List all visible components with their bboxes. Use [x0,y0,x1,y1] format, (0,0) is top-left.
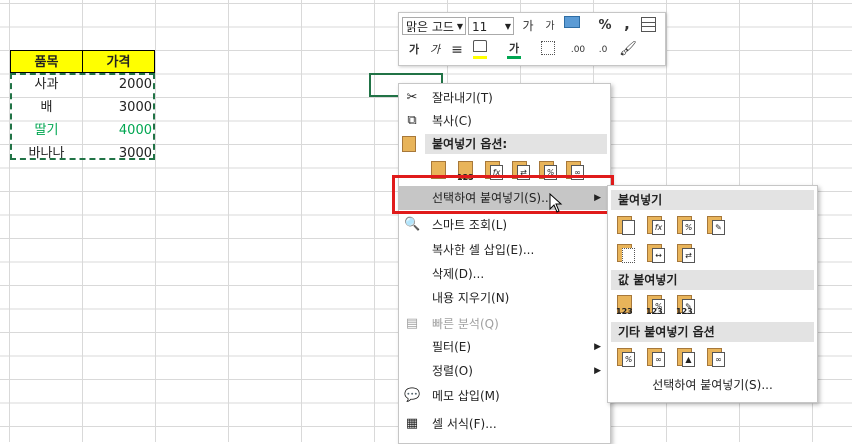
grow-font-button[interactable]: 가 [519,17,537,35]
bold-button[interactable]: 가 [405,41,423,59]
menu-item-label: 잘라내기(T) [432,91,493,105]
menu-item-smart-lookup[interactable]: 🔍 스마트 조회(L) [399,213,610,237]
menu-item-label: 정렬(O) [432,364,473,378]
increase-decimal-button[interactable]: .00 [569,41,587,59]
menu-item-quick-analysis[interactable]: ▤ 빠른 분석(Q) [399,312,610,336]
menu-item-label: 복사한 셀 삽입(E)... [432,243,535,257]
scissors-icon: ✂ [406,90,418,105]
paste-no-borders-icon[interactable] [614,242,636,264]
comment-icon: 💬 [404,388,421,403]
font-color-button[interactable]: 가 [505,40,523,59]
menu-item-label: 삭제(D)... [432,267,485,281]
menu-item-label: 내용 지우기(N) [432,291,510,305]
menu-item-label: 복사(C) [432,114,472,128]
menu-item-label: 메모 삽입(M) [432,389,500,403]
chevron-down-icon: ▼ [504,22,511,31]
submenu-paste-special-link[interactable]: 선택하여 붙여넣기(S)... [608,374,817,396]
menu-item-filter[interactable]: 필터(E) ▶ [399,335,610,359]
menu-item-label: 셀 서식(F)... [432,417,497,431]
menu-item-delete[interactable]: 삭제(D)... [399,262,610,286]
menu-item-insert-copied[interactable]: 복사한 셀 삽입(E)... [399,238,610,262]
menu-item-sort[interactable]: 정렬(O) ▶ [399,359,610,383]
shrink-font-button[interactable]: 가 [541,18,559,36]
paste-linked-picture-icon[interactable]: ∞ [704,346,726,368]
submenu-arrow-icon: ▶ [594,366,601,376]
font-color-letter: 가 [508,42,520,55]
paste-formulas-number-format-icon[interactable]: % [674,214,696,236]
menu-item-label: 필터(E) [432,340,472,354]
paste-options-header: 붙여넣기 옵션: [425,134,607,154]
chevron-down-icon: ▼ [456,22,463,31]
menu-item-label: 빠른 분석(Q) [432,317,499,331]
header-price[interactable]: 가격 [82,50,155,73]
copy-marquee [10,73,155,160]
comma-button[interactable]: , [618,15,636,33]
decrease-decimal-button[interactable]: .0 [594,41,612,59]
submenu-arrow-icon: ▶ [594,342,601,352]
italic-button[interactable]: 가 [426,41,444,59]
quick-analysis-icon: ▤ [405,316,419,331]
fill-color-icon[interactable] [471,40,489,59]
mouse-cursor-icon [549,193,563,213]
submenu-paste-header: 붙여넣기 [611,190,814,210]
format-painter-icon[interactable]: 🖌 [619,40,637,58]
paste-special-submenu: 붙여넣기 fx % ✎ ↔ ⇄ 값 붙여넣기 123 % 123 ✎ 123 기타 … [607,185,818,403]
paste-column-widths-icon[interactable]: ↔ [644,242,666,264]
font-size-value: 11 [472,20,488,34]
font-name-value: 맑은 고드 [406,20,454,34]
number-format-icon[interactable] [563,16,581,34]
paste-values-number-format-icon[interactable]: % 123 [644,293,666,316]
table-format-icon[interactable] [639,17,657,35]
clipboard-icon [402,136,418,152]
percent-button[interactable]: % [596,17,614,35]
copy-icon: ⧉ [407,113,417,128]
menu-item-format-cells[interactable]: ▦ 셀 서식(F)... [399,412,610,436]
header-item[interactable]: 품목 [10,50,83,73]
font-size-combo[interactable]: 11 ▼ [468,17,514,35]
menu-item-cut[interactable]: ✂ 잘라내기(T) [399,86,610,110]
mini-toolbar: 맑은 고드 ▼ 11 ▼ 가 가 % , 가 가 ≡ 가 .00 .0 🖌 [398,12,666,66]
submenu-other-header: 기타 붙여넣기 옵션 [611,322,814,342]
submenu-values-header: 값 붙여넣기 [611,270,814,290]
smart-lookup-icon: 🔍 [404,217,421,232]
menu-item-clear-contents[interactable]: 내용 지우기(N) [399,286,610,310]
borders-icon[interactable] [539,41,557,59]
menu-item-insert-comment[interactable]: 💬 메모 삽입(M) [399,384,610,408]
menu-item-label: 스마트 조회(L) [432,218,508,232]
paste-transpose-icon[interactable]: ⇄ [674,242,696,264]
format-cells-icon: ▦ [405,416,419,431]
font-name-combo[interactable]: 맑은 고드 ▼ [402,17,466,35]
align-center-icon[interactable]: ≡ [448,41,466,59]
paste-formulas-icon[interactable]: fx [644,214,666,236]
paste-values-source-format-icon[interactable]: ✎ 123 [674,293,696,316]
paste-all-icon[interactable] [614,214,636,236]
paste-picture-icon[interactable]: ▲ [674,346,696,368]
paste-values-icon[interactable]: 123 [614,293,636,316]
paste-keep-source-format-icon[interactable]: ✎ [704,214,726,236]
highlight-box [392,175,614,214]
paste-link-icon[interactable]: ∞ [644,346,666,368]
context-menu: ✂ 잘라내기(T) ⧉ 복사(C) 붙여넣기 옵션: 123 fx ⇄ % ∞ 선택… [398,83,611,444]
paste-formatting-icon[interactable]: % [614,346,636,368]
menu-item-copy[interactable]: ⧉ 복사(C) [399,109,610,133]
